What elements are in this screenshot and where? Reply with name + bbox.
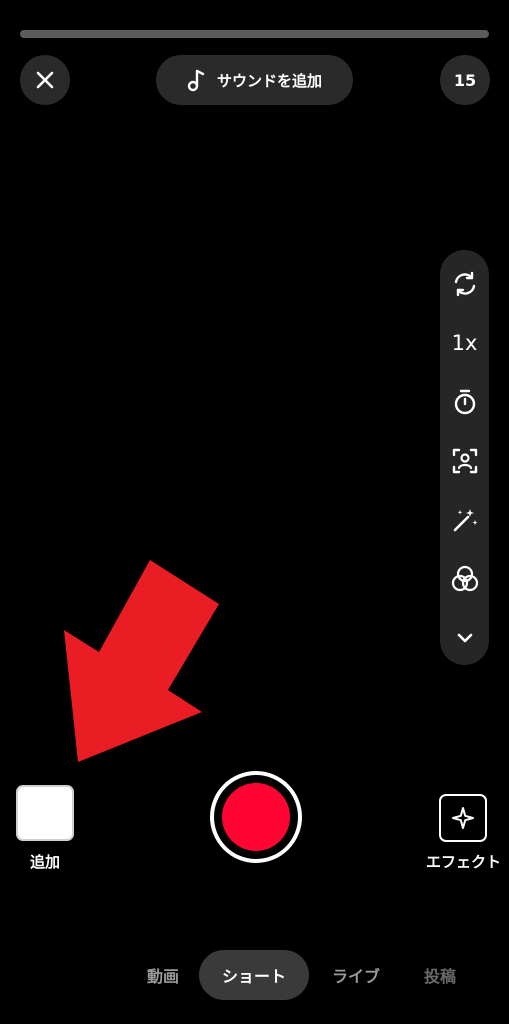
speed-button[interactable]: 1x [440,320,489,366]
tab-live[interactable]: ライブ [318,950,394,1000]
retouch-button[interactable] [440,497,489,543]
gallery-add-thumbnail[interactable] [16,785,74,841]
filters-icon [451,565,478,592]
flip-camera-icon [454,271,475,297]
record-button[interactable] [210,771,302,863]
magic-wand-icon [453,509,477,532]
flip-camera-button[interactable] [440,261,489,307]
sparkle-icon [452,807,474,829]
green-screen-button[interactable] [440,438,489,484]
duration-label: 15 [453,70,477,90]
capture-mode-tabs: 動画 ショート ライブ 投稿 [0,950,509,1000]
green-screen-icon [452,448,477,474]
record-button-inner [222,783,290,851]
more-tools-button[interactable] [440,615,489,661]
timer-icon [454,389,475,415]
timer-button[interactable] [440,379,489,425]
chevron-down-icon [457,633,472,643]
effects-button[interactable] [439,794,487,842]
add-label: 追加 [29,853,60,871]
camera-tool-rail: 1x [440,250,489,665]
tab-video[interactable]: 動画 [135,950,191,1000]
filters-button[interactable] [440,556,489,602]
speed-label: 1x [451,331,478,355]
tab-post[interactable]: 投稿 [408,950,472,1000]
red-arrow-annotation [64,560,219,762]
effects-label: エフェクト [425,853,501,871]
duration-button[interactable]: 15 [440,55,490,105]
tab-shorts[interactable]: ショート [199,950,309,1000]
